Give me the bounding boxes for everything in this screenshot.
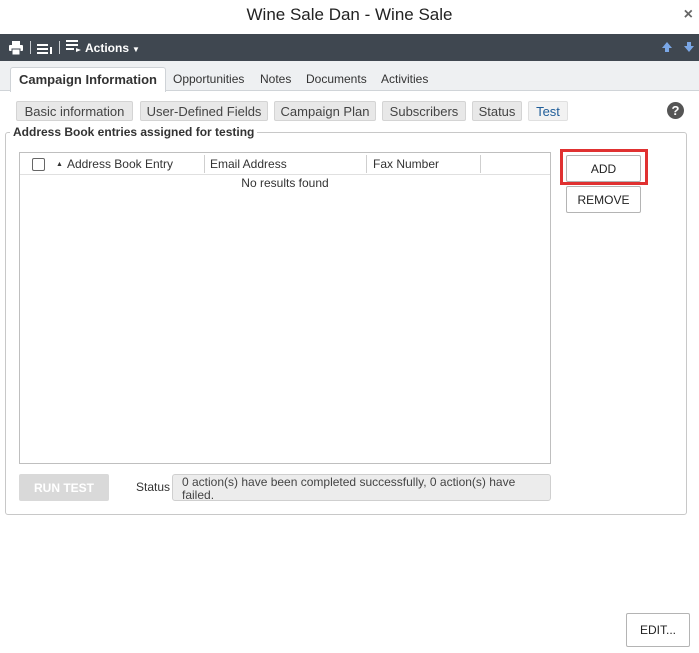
select-all-checkbox[interactable] — [32, 153, 45, 175]
column-header-email-address[interactable]: Email Address — [210, 153, 287, 175]
printer-icon[interactable] — [8, 34, 24, 61]
actions-menu[interactable]: Actions ▼ — [66, 34, 140, 61]
status-label: Status — [136, 480, 171, 494]
run-test-button[interactable]: RUN TEST — [19, 474, 109, 501]
toolbar: Actions ▼ — [0, 34, 699, 61]
help-icon[interactable]: ? — [667, 102, 684, 119]
chevron-down-icon: ▼ — [132, 45, 140, 54]
tab-notes[interactable]: Notes — [256, 67, 295, 91]
title-bar: Wine Sale Dan - Wine Sale × — [0, 0, 699, 34]
checkbox-icon — [32, 157, 45, 171]
subtab-basic-information[interactable]: Basic information — [16, 101, 133, 121]
move-up-icon[interactable] — [661, 41, 673, 53]
empty-message: No results found — [241, 176, 329, 190]
close-icon[interactable]: × — [684, 7, 693, 23]
subtab-status[interactable]: Status — [472, 101, 522, 121]
edit-button[interactable]: EDIT... — [626, 613, 690, 647]
group-legend: Address Book entries assigned for testin… — [10, 125, 258, 139]
subtab-campaign-plan[interactable]: Campaign Plan — [274, 101, 376, 121]
tab-opportunities[interactable]: Opportunities — [169, 67, 248, 91]
window-title: Wine Sale Dan - Wine Sale — [246, 5, 453, 24]
actions-list-icon — [66, 40, 81, 55]
move-down-icon[interactable] — [683, 41, 695, 53]
tab-activities[interactable]: Activities — [377, 67, 432, 91]
tab-campaign-information[interactable]: Campaign Information — [10, 67, 166, 92]
column-header-fax-number[interactable]: Fax Number — [373, 153, 439, 175]
sort-ascending-icon: ▲ — [56, 160, 63, 168]
actions-label: Actions — [85, 40, 130, 55]
status-text: 0 action(s) have been completed successf… — [172, 474, 551, 501]
column-header-address-book-entry[interactable]: ▲ Address Book Entry — [50, 153, 173, 175]
list-icon[interactable] — [37, 34, 53, 61]
subtab-user-defined-fields[interactable]: User-Defined Fields — [140, 101, 268, 121]
column-label: Address Book Entry — [66, 157, 173, 171]
main-tabs: Campaign Information Opportunities Notes… — [0, 61, 699, 92]
subtab-subscribers[interactable]: Subscribers — [382, 101, 466, 121]
remove-button[interactable]: REMOVE — [566, 186, 641, 213]
add-button-highlight — [560, 149, 648, 185]
address-book-grid: ▲ Address Book Entry Email Address Fax N… — [19, 152, 551, 464]
tab-documents[interactable]: Documents — [302, 67, 371, 91]
grid-header: ▲ Address Book Entry Email Address Fax N… — [20, 153, 550, 175]
subtab-test[interactable]: Test — [528, 101, 568, 121]
